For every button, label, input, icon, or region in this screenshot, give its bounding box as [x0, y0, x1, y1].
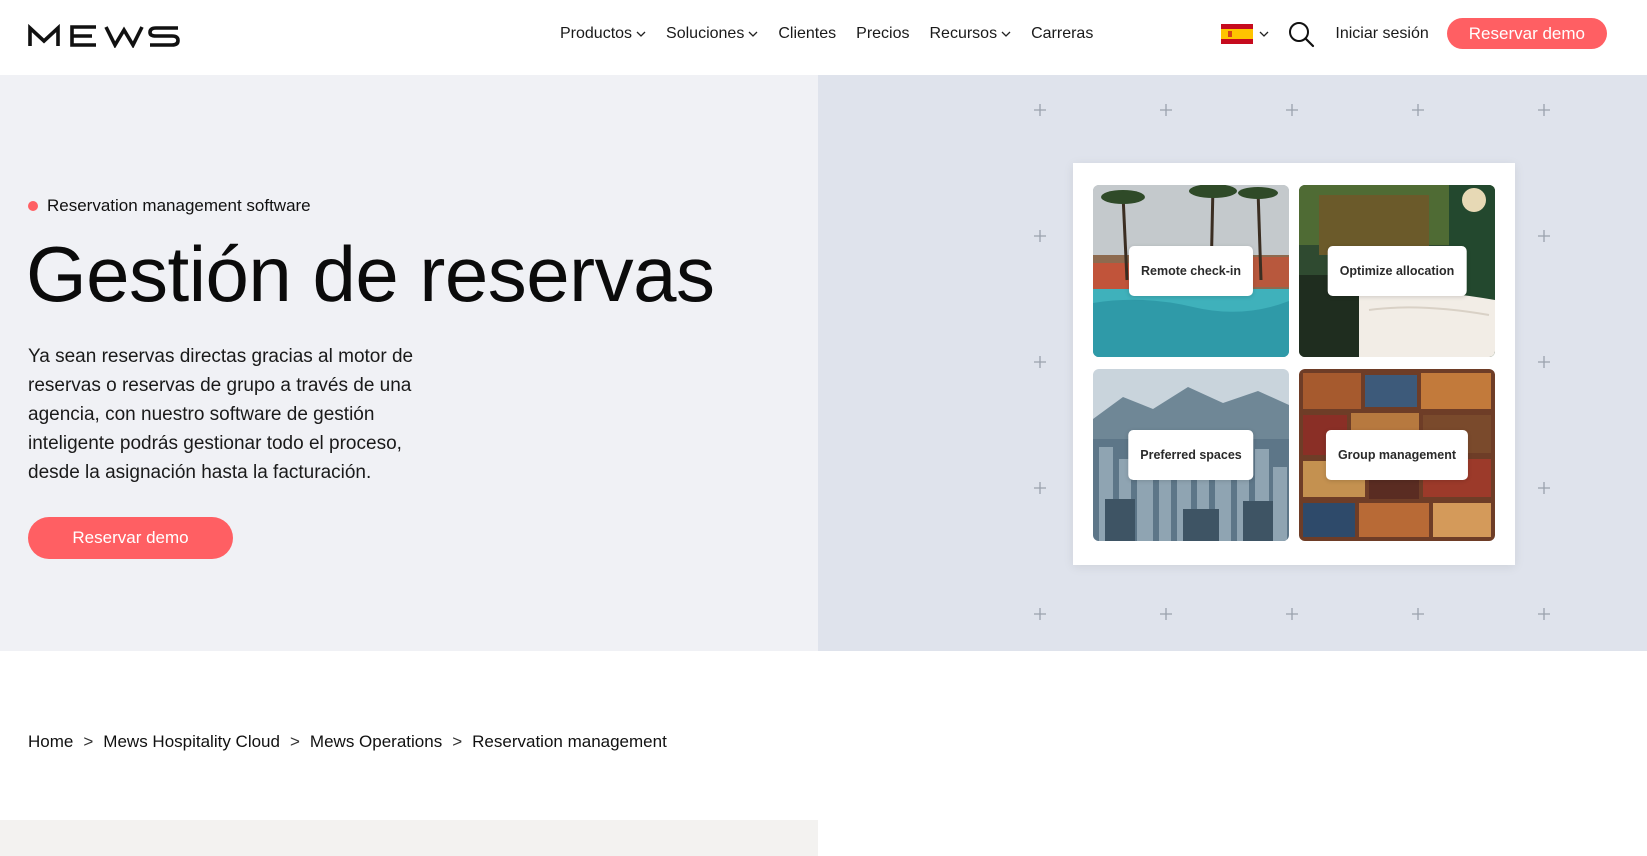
tile-label: Group management [1325, 430, 1469, 480]
language-selector[interactable] [1221, 23, 1269, 44]
plus-decoration-icon [1034, 356, 1046, 368]
nav-item-label: Precios [856, 25, 910, 42]
breadcrumb-current-page: Reservation management [472, 732, 667, 751]
accent-dot-icon [28, 201, 38, 211]
feature-tile-remote-checkin: Remote check-in [1093, 185, 1289, 357]
plus-decoration-icon [1286, 104, 1298, 116]
nav-item-label: Clientes [778, 25, 837, 42]
nav-item-carreras[interactable]: Carreras [1031, 22, 1093, 46]
hero-eyebrow-label: Reservation management software [47, 196, 311, 215]
spain-flag-icon [1221, 23, 1254, 44]
hero-description: Ya sean reservas directas gracias al mot… [28, 346, 414, 483]
next-section-preview [0, 820, 818, 856]
tile-label: Optimize allocation [1327, 246, 1467, 296]
nav-item-label: Soluciones [666, 25, 745, 42]
main-nav: Productos Soluciones Clientes Precios Re… [560, 22, 1093, 46]
plus-decoration-icon [1412, 104, 1424, 116]
hero-book-demo-button[interactable]: Reservar demo [28, 517, 233, 559]
plus-decoration-icon [1538, 230, 1550, 242]
hero-illustration-panel: Remote check-in Optimize allocation Pref… [818, 75, 1647, 651]
site-header: Productos Soluciones Clientes Precios Re… [0, 0, 1647, 75]
plus-decoration-icon [1034, 608, 1046, 620]
plus-decoration-icon [1538, 356, 1550, 368]
breadcrumb-separator: > [452, 732, 463, 751]
header-tools: Iniciar sesión Reservar demo [1221, 18, 1607, 49]
plus-decoration-icon [1538, 608, 1550, 620]
mews-logo-mark [28, 23, 180, 49]
plus-decoration-icon [1160, 104, 1172, 116]
feature-tile-preferred-spaces: Preferred spaces [1093, 369, 1289, 541]
breadcrumb-home[interactable]: Home [28, 732, 73, 752]
nav-item-soluciones[interactable]: Soluciones [666, 22, 758, 46]
nav-item-recursos[interactable]: Recursos [930, 22, 1012, 46]
feature-tile-optimize-allocation: Optimize allocation [1299, 185, 1495, 357]
nav-item-productos[interactable]: Productos [560, 22, 646, 46]
nav-item-label: Carreras [1031, 25, 1094, 42]
chevron-down-icon [1259, 31, 1269, 37]
tile-label: Preferred spaces [1128, 430, 1254, 480]
breadcrumb-separator: > [83, 732, 94, 751]
page-title: Gestión de reservas [26, 230, 715, 318]
plus-decoration-icon [1034, 104, 1046, 116]
plus-decoration-icon [1034, 230, 1046, 242]
breadcrumb-hospitality-cloud[interactable]: Mews Hospitality Cloud [103, 732, 280, 752]
mews-logo[interactable] [28, 23, 180, 49]
book-demo-button[interactable]: Reservar demo [1446, 18, 1607, 49]
login-link[interactable]: Iniciar sesión [1335, 25, 1428, 43]
nav-item-label: Productos [560, 25, 633, 42]
hero-eyebrow: Reservation management software [28, 196, 311, 216]
chevron-down-icon [748, 31, 758, 37]
feature-tile-group-management: Group management [1299, 369, 1495, 541]
plus-decoration-icon [1286, 608, 1298, 620]
tile-label: Remote check-in [1128, 246, 1254, 296]
chevron-down-icon [1001, 31, 1011, 37]
plus-decoration-icon [1538, 104, 1550, 116]
feature-card: Remote check-in Optimize allocation Pref… [1073, 163, 1515, 565]
nav-item-label: Recursos [929, 25, 998, 42]
breadcrumb-operations[interactable]: Mews Operations [310, 732, 442, 752]
search-icon[interactable] [1287, 20, 1315, 48]
nav-item-clientes[interactable]: Clientes [778, 22, 836, 46]
nav-item-precios[interactable]: Precios [856, 22, 909, 46]
plus-decoration-icon [1538, 482, 1550, 494]
plus-decoration-icon [1034, 482, 1046, 494]
plus-decoration-icon [1412, 608, 1424, 620]
breadcrumb: Home > Mews Hospitality Cloud > Mews Ope… [28, 732, 667, 752]
chevron-down-icon [636, 31, 646, 37]
breadcrumb-separator: > [289, 732, 300, 751]
plus-decoration-icon [1160, 608, 1172, 620]
